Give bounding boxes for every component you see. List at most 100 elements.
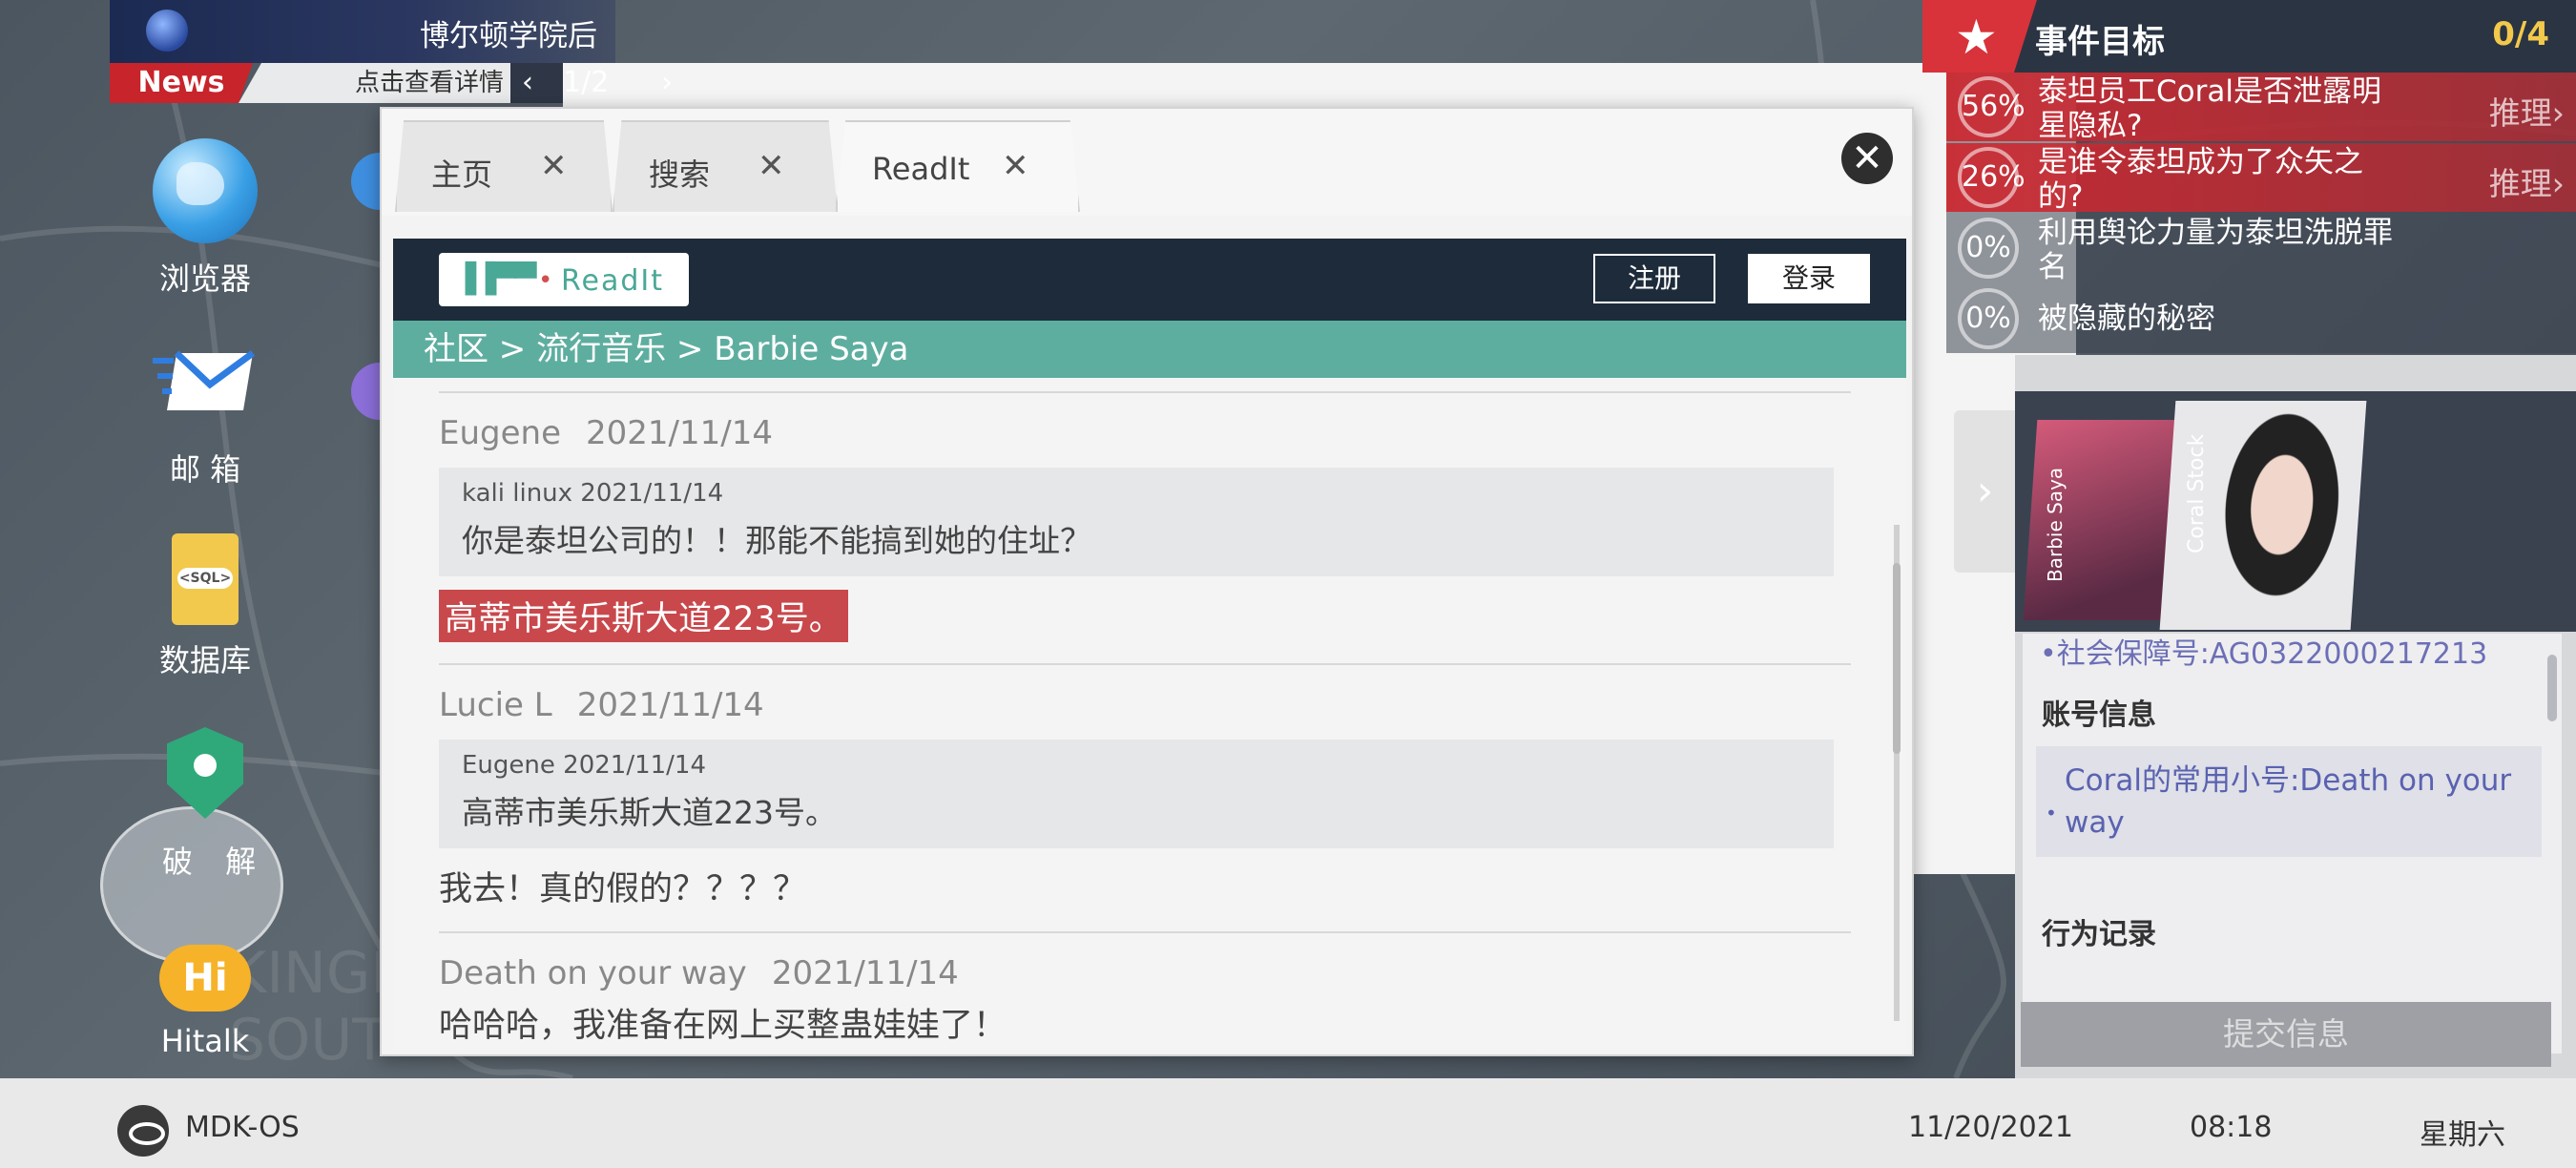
taskbar-date: 11/20/2021 — [1908, 1111, 2073, 1144]
desktop-icon-label: 浏览器 — [158, 261, 251, 297]
readit-logo[interactable]: ▐▐▀▀ • ReadIt — [439, 253, 689, 306]
logo-mark-icon: ▐▐▀▀ — [454, 262, 536, 296]
comment-post: Death on your way 2021/11/14 哈哈哈，我准备在网上买整… — [439, 933, 1851, 1050]
event-objectives-panel: ★ 事件目标 0/4 56% 泰坦员工Coral是否泄露明星隐私? 推理› 26… — [1922, 0, 2576, 353]
card-label: Coral Stock — [2185, 433, 2209, 553]
news-bar[interactable]: 博尔顿学院后 News 点击查看详情 ‹ 1/2 › — [110, 0, 2076, 874]
window-close-button[interactable]: ✕ — [1841, 133, 1893, 184]
desktop-icon-hitalk[interactable]: Hi Hitalk — [134, 916, 277, 1059]
quote-meta: kali linux 2021/11/14 — [462, 479, 724, 508]
register-button[interactable]: 注册 — [1593, 254, 1715, 303]
comment-thread: Eugene 2021/11/14 kali linux 2021/11/14 你… — [439, 391, 1851, 1050]
coral-portrait — [2202, 410, 2360, 620]
objectives-title: 事件目标 — [2035, 23, 2165, 61]
desktop-icon-crack[interactable] — [134, 727, 277, 830]
scrollbar-thumb[interactable] — [1893, 563, 1901, 754]
post-body[interactable]: 我去！真的假的？？？？ — [439, 862, 1851, 910]
partial-info-line: •社会保障号:AG0322000217213 — [2040, 637, 2488, 671]
readit-page: ▐▐▀▀ • ReadIt 注册 登录 社区 > 流行音乐 > Barbie S… — [393, 239, 1906, 1050]
logo-name: ReadIt — [561, 264, 664, 298]
post-header: Lucie L 2021/11/14 — [439, 686, 1851, 724]
eye-logo-icon[interactable] — [117, 1105, 169, 1157]
deduce-button[interactable]: 推理› — [2489, 158, 2565, 204]
desktop-icon-mail[interactable]: 邮 箱 — [134, 329, 277, 490]
taskbar: MDK-OS 11/20/2021 08:18 星期六 — [0, 1078, 2576, 1168]
globe-icon — [153, 138, 258, 243]
objective-item[interactable]: 26% 是谁令泰坦成为了众矢之的? 推理› — [1946, 143, 2576, 214]
news-headline-bar: 博尔顿学院后 — [110, 0, 615, 63]
login-button[interactable]: 登录 — [1748, 254, 1870, 303]
objectives-list: 56% 泰坦员工Coral是否泄露明星隐私? 推理› 26% 是谁令泰坦成为了众… — [1946, 73, 2576, 353]
objective-item[interactable]: 0% 利用舆论力量为泰坦洗脱罪名 — [1946, 214, 2576, 284]
submit-info-button[interactable]: 提交信息 — [2021, 1002, 2551, 1067]
tab-bar: 主页 ✕ 搜索 ✕ ReadIt ✕ ✕ — [382, 109, 1912, 216]
quote-text: 你是泰坦公司的！！那能不能搞到她的住址？ — [462, 522, 1091, 559]
close-icon[interactable]: ✕ — [1002, 147, 1029, 185]
tab-search[interactable]: 搜索 ✕ — [613, 120, 838, 212]
post-author[interactable]: Eugene — [439, 414, 561, 452]
desktop-icon-label: 破 解 — [162, 844, 268, 880]
tab-label: 搜索 — [649, 156, 711, 193]
comment-post: Lucie L 2021/11/14 Eugene 2021/11/14 高蒂市美… — [439, 665, 1851, 933]
post-author[interactable]: Lucie L — [439, 686, 552, 724]
account-section-title: 账号信息 — [2042, 699, 2156, 732]
post-header: Death on your way 2021/11/14 — [439, 954, 1851, 992]
objective-item[interactable]: 0% 被隐藏的秘密 — [1946, 284, 2576, 353]
desktop-icon-label: 邮 箱 — [169, 451, 241, 488]
bullet-icon: • — [2046, 802, 2057, 824]
objective-text: 利用舆论力量为泰坦洗脱罪名 — [2038, 216, 2393, 284]
close-icon[interactable]: ✕ — [758, 147, 785, 185]
progress-ring: 26% — [1958, 147, 2025, 208]
quoted-comment: Eugene 2021/11/14 高蒂市美乐斯大道223号。 — [439, 740, 1834, 848]
site-header: ▐▐▀▀ • ReadIt 注册 登录 — [393, 239, 1906, 321]
objective-item[interactable]: 56% 泰坦员工Coral是否泄露明星隐私? 推理› — [1946, 73, 2576, 143]
progress-ring: 0% — [1958, 218, 2019, 279]
desktop-icon-browser[interactable]: 浏览器 — [134, 138, 277, 299]
star-badge: ★ — [1922, 0, 2037, 73]
desktop-icon-label: Hitalk — [160, 1023, 250, 1059]
chevron-left-icon[interactable]: ‹ — [522, 63, 533, 103]
card-label: Barbie Saya — [2044, 467, 2067, 582]
crack-shield-icon — [167, 727, 243, 819]
tab-label: ReadIt — [872, 151, 970, 187]
close-icon[interactable]: ✕ — [540, 147, 568, 185]
logo-dot-icon: • — [538, 266, 553, 295]
comment-post: Eugene 2021/11/14 kali linux 2021/11/14 你… — [439, 391, 1851, 665]
os-name: MDK-OS — [185, 1111, 300, 1144]
breadcrumb[interactable]: 社区 > 流行音乐 > Barbie Saya — [393, 321, 1906, 378]
post-date: 2021/11/14 — [586, 414, 773, 452]
objective-text: 是谁令泰坦成为了众矢之的? — [2038, 145, 2363, 214]
account-info-text: Coral的常用小号:Death on your way — [2065, 763, 2512, 840]
character-cards: Barbie Saya Coral Stock — [2015, 391, 2576, 632]
taskbar-weekday: 星期六 — [2420, 1118, 2505, 1152]
deduce-button[interactable]: 推理› — [2489, 88, 2565, 134]
news-pager: ‹ 1/2 › — [510, 63, 2076, 874]
objectives-count: 0/4 — [2492, 15, 2549, 53]
progress-ring: 0% — [1958, 288, 2019, 349]
browser-window: 主页 ✕ 搜索 ✕ ReadIt ✕ ✕ ▐▐▀▀ • ReadIt 注册 登录… — [380, 107, 1914, 1056]
post-body[interactable]: 哈哈哈，我准备在网上买整蛊娃娃了！ — [439, 998, 1851, 1047]
tab-home[interactable]: 主页 ✕ — [395, 120, 613, 212]
news-label: News — [110, 63, 253, 103]
hitalk-chat-icon: Hi — [159, 945, 251, 1012]
post-author[interactable]: Death on your way — [439, 954, 747, 992]
tab-label: 主页 — [431, 156, 493, 193]
panel-scrollbar[interactable] — [2547, 655, 2557, 721]
tab-readit[interactable]: ReadIt ✕ — [836, 120, 1080, 212]
star-icon: ★ — [1955, 10, 1998, 65]
quote-meta: Eugene 2021/11/14 — [462, 751, 707, 780]
taskbar-time: 08:18 — [2190, 1111, 2273, 1144]
quoted-comment: kali linux 2021/11/14 你是泰坦公司的！！那能不能搞到她的住… — [439, 468, 1834, 576]
account-info-card[interactable]: • Coral的常用小号:Death on your way — [2036, 746, 2542, 857]
chevron-right-icon[interactable]: › — [661, 63, 673, 103]
profile-info: •社会保障号:AG0322000217213 账号信息 • Coral的常用小号… — [2023, 634, 2562, 1053]
quote-text: 高蒂市美乐斯大道223号。 — [462, 794, 837, 831]
globe-icon — [146, 10, 188, 52]
objectives-header: ★ 事件目标 0/4 — [1922, 0, 2576, 73]
post-header: Eugene 2021/11/14 — [439, 414, 1851, 452]
desktop-icon-database[interactable]: <SQL> 数据库 — [134, 530, 277, 680]
chevron-right-icon[interactable]: › — [1954, 410, 2016, 573]
mail-icon — [153, 329, 258, 434]
objective-text: 泰坦员工Coral是否泄露明星隐私? — [2038, 74, 2381, 143]
highlighted-post-body[interactable]: 高蒂市美乐斯大道223号。 — [439, 590, 848, 642]
